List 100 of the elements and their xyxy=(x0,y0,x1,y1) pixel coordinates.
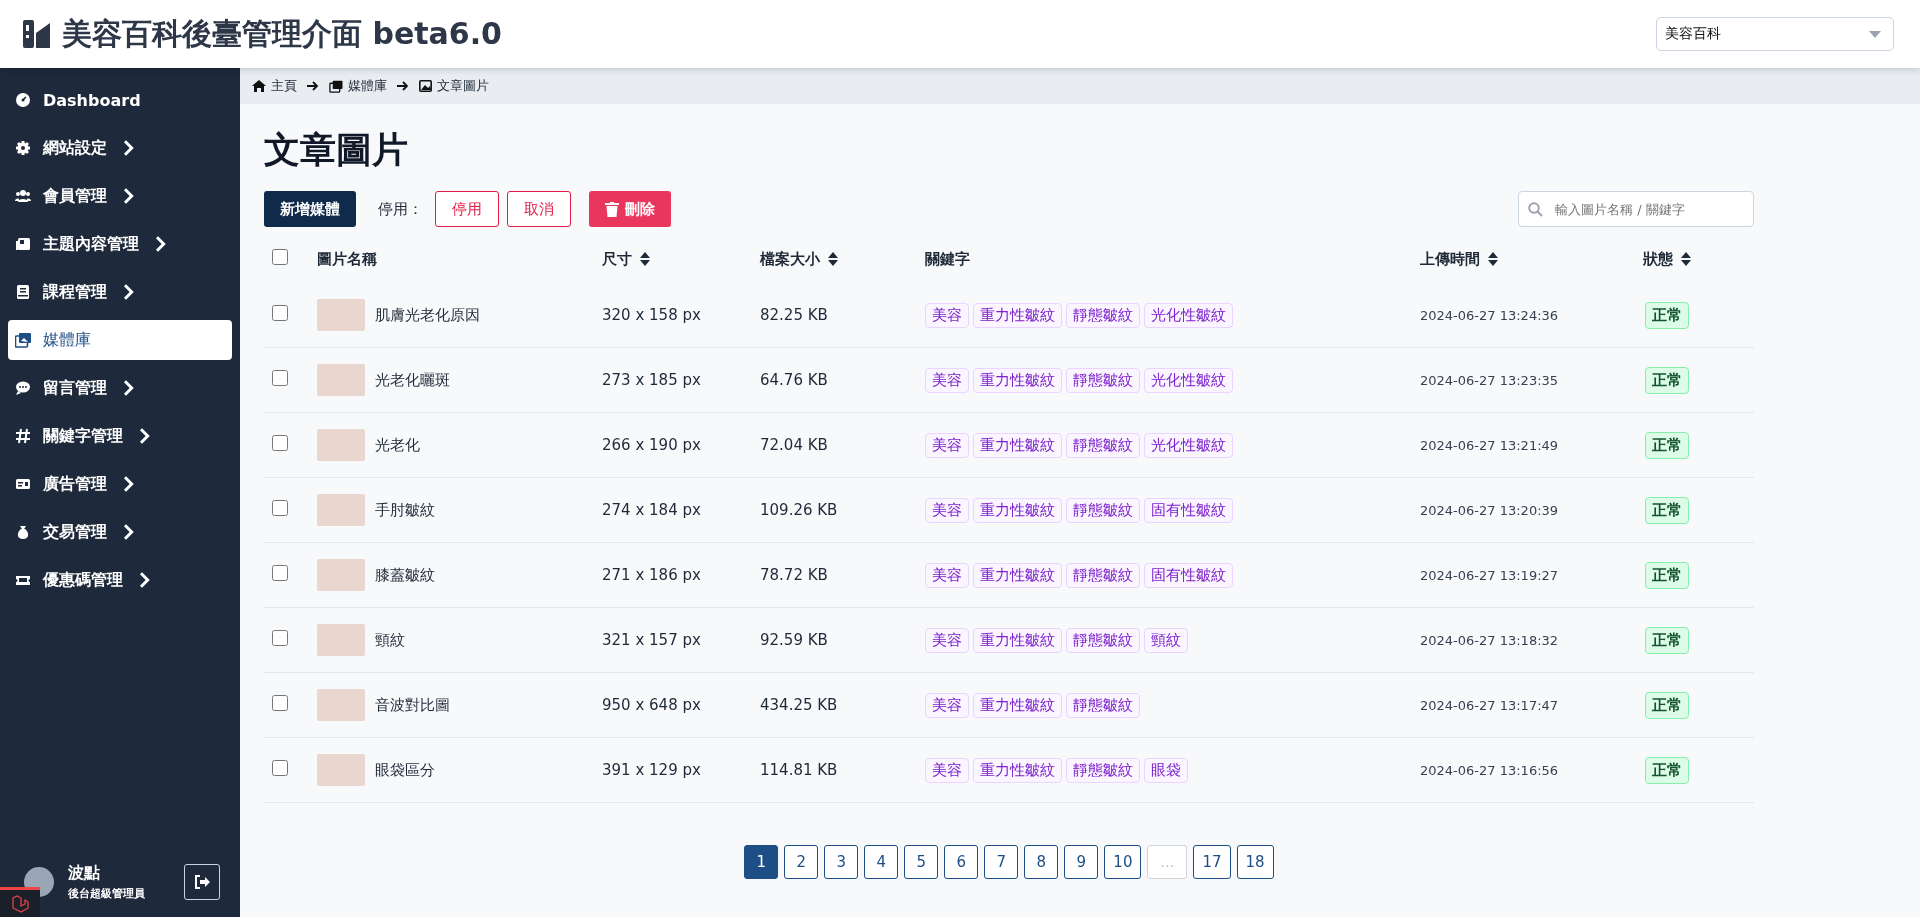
keyword-tag: 美容 xyxy=(925,757,969,783)
keyword-tag: 重力性皺紋 xyxy=(973,367,1062,393)
logout-icon xyxy=(194,875,210,889)
disable-button[interactable]: 停用 xyxy=(435,191,499,227)
page-button[interactable]: 5 xyxy=(904,845,939,879)
photo-placeholder xyxy=(317,494,365,526)
row-checkbox[interactable] xyxy=(272,305,288,321)
sidebar-item[interactable]: 優惠碼管理 xyxy=(8,560,232,600)
page-button[interactable]: 6 xyxy=(944,845,979,879)
page-button[interactable]: 18 xyxy=(1236,845,1274,879)
logo-icon xyxy=(22,19,52,49)
sort-icon[interactable] xyxy=(640,252,650,266)
debug-bar-tab[interactable] xyxy=(0,887,40,917)
page-button[interactable]: 7 xyxy=(984,845,1019,879)
column-header: 圖片名稱 xyxy=(317,249,377,269)
keyword-tag: 光化性皺紋 xyxy=(1144,367,1233,393)
breadcrumb-link[interactable]: 媒體庫 xyxy=(329,77,387,95)
photo-placeholder xyxy=(317,624,365,656)
keyword-tag: 美容 xyxy=(925,627,969,653)
users-icon xyxy=(15,188,31,204)
row-checkbox[interactable] xyxy=(272,630,288,646)
photo-placeholder xyxy=(317,559,365,591)
sidebar-item[interactable]: 課程管理 xyxy=(8,272,232,312)
sort-icon[interactable] xyxy=(1681,252,1691,266)
keyword-tag: 靜態皺紋 xyxy=(1066,562,1140,588)
sidebar-item[interactable]: 關鍵字管理 xyxy=(8,416,232,456)
keyword-tag: 重力性皺紋 xyxy=(973,302,1062,328)
sidebar-item[interactable]: 留言管理 xyxy=(8,368,232,408)
keyword-tag: 重力性皺紋 xyxy=(973,627,1062,653)
page-button[interactable]: 1 xyxy=(744,845,779,879)
row-checkbox[interactable] xyxy=(272,500,288,516)
image-name: 光老化 xyxy=(375,435,420,455)
column-header[interactable]: 狀態 xyxy=(1643,249,1691,269)
row-checkbox[interactable] xyxy=(272,760,288,776)
file-size: 114.81 KB xyxy=(760,761,839,779)
comment-icon xyxy=(15,380,31,396)
image-name: 光老化曬斑 xyxy=(375,370,450,390)
sidebar-item[interactable]: 媒體庫 xyxy=(8,320,232,360)
page-button[interactable]: 4 xyxy=(864,845,899,879)
column-header[interactable]: 檔案大小 xyxy=(760,249,838,269)
page-button[interactable]: 10 xyxy=(1104,845,1142,879)
image-size: 391 x 129 px xyxy=(602,761,702,779)
keyword-tag: 美容 xyxy=(925,562,969,588)
breadcrumb-link[interactable]: 主頁 xyxy=(252,77,297,95)
column-header[interactable]: 上傳時間 xyxy=(1420,249,1498,269)
cancel-button[interactable]: 取消 xyxy=(507,191,571,227)
upload-time: 2024-06-27 13:19:27 xyxy=(1420,567,1560,583)
ad-card-icon xyxy=(15,476,31,492)
logout-button[interactable] xyxy=(184,864,220,900)
sidebar-item[interactable]: 會員管理 xyxy=(8,176,232,216)
image-icon xyxy=(419,80,432,92)
delete-button[interactable]: 刪除 xyxy=(589,191,671,227)
keyword-tag: 靜態皺紋 xyxy=(1066,497,1140,523)
keyword-tag: 重力性皺紋 xyxy=(973,562,1062,588)
sort-icon[interactable] xyxy=(1488,252,1498,266)
sidebar-item[interactable]: 交易管理 xyxy=(8,512,232,552)
row-checkbox[interactable] xyxy=(272,565,288,581)
image-size: 266 x 190 px xyxy=(602,436,702,454)
keyword-tag: 靜態皺紋 xyxy=(1066,757,1140,783)
caret-icon xyxy=(1869,30,1881,38)
page-button[interactable]: 2 xyxy=(784,845,819,879)
page-button[interactable]: 3 xyxy=(824,845,859,879)
row-checkbox[interactable] xyxy=(272,370,288,386)
keyword-tag: 重力性皺紋 xyxy=(973,497,1062,523)
settings-icon xyxy=(15,140,31,156)
keyword-tag: 重力性皺紋 xyxy=(973,692,1062,718)
keyword-tag: 靜態皺紋 xyxy=(1066,432,1140,458)
page-button[interactable]: 8 xyxy=(1024,845,1059,879)
sort-icon[interactable] xyxy=(828,252,838,266)
row-checkbox[interactable] xyxy=(272,435,288,451)
upload-time: 2024-06-27 13:17:47 xyxy=(1420,697,1560,713)
site-select[interactable]: 美容百科 xyxy=(1656,17,1894,51)
upload-time: 2024-06-27 13:23:35 xyxy=(1420,372,1560,388)
sidebar-item[interactable]: 廣告管理 xyxy=(8,464,232,504)
newspaper-icon xyxy=(15,236,31,252)
column-header[interactable]: 尺寸 xyxy=(602,249,650,269)
sidebar-item[interactable]: 主題內容管理 xyxy=(8,224,232,264)
page-button[interactable]: 17 xyxy=(1193,845,1231,879)
sidebar-item[interactable]: Dashboard xyxy=(8,80,232,120)
sidebar-item[interactable]: 網站設定 xyxy=(8,128,232,168)
book-icon xyxy=(15,284,31,300)
search-field[interactable]: 輸入圖片名稱 / 關鍵字 xyxy=(1518,191,1754,227)
row-checkbox[interactable] xyxy=(272,695,288,711)
money-bag-icon xyxy=(15,524,31,540)
arrow-right-icon xyxy=(307,81,319,91)
page-button[interactable]: 9 xyxy=(1064,845,1099,879)
pagination-ellipsis: ... xyxy=(1147,845,1188,879)
add-media-button[interactable]: 新增媒體 xyxy=(264,191,356,227)
file-size: 72.04 KB xyxy=(760,436,829,454)
image-name: 頸紋 xyxy=(375,630,405,650)
image-size: 274 x 184 px xyxy=(602,501,702,519)
status-tag: 正常 xyxy=(1645,301,1689,329)
keyword-tag: 重力性皺紋 xyxy=(973,432,1062,458)
select-all-checkbox[interactable] xyxy=(272,249,288,265)
gauge-icon xyxy=(15,92,31,108)
search-icon xyxy=(1528,202,1543,217)
image-name: 眼袋區分 xyxy=(375,760,435,780)
status-tag: 正常 xyxy=(1645,626,1689,654)
breadcrumb-link[interactable]: 文章圖片 xyxy=(419,77,489,95)
logo-icon xyxy=(11,894,29,913)
